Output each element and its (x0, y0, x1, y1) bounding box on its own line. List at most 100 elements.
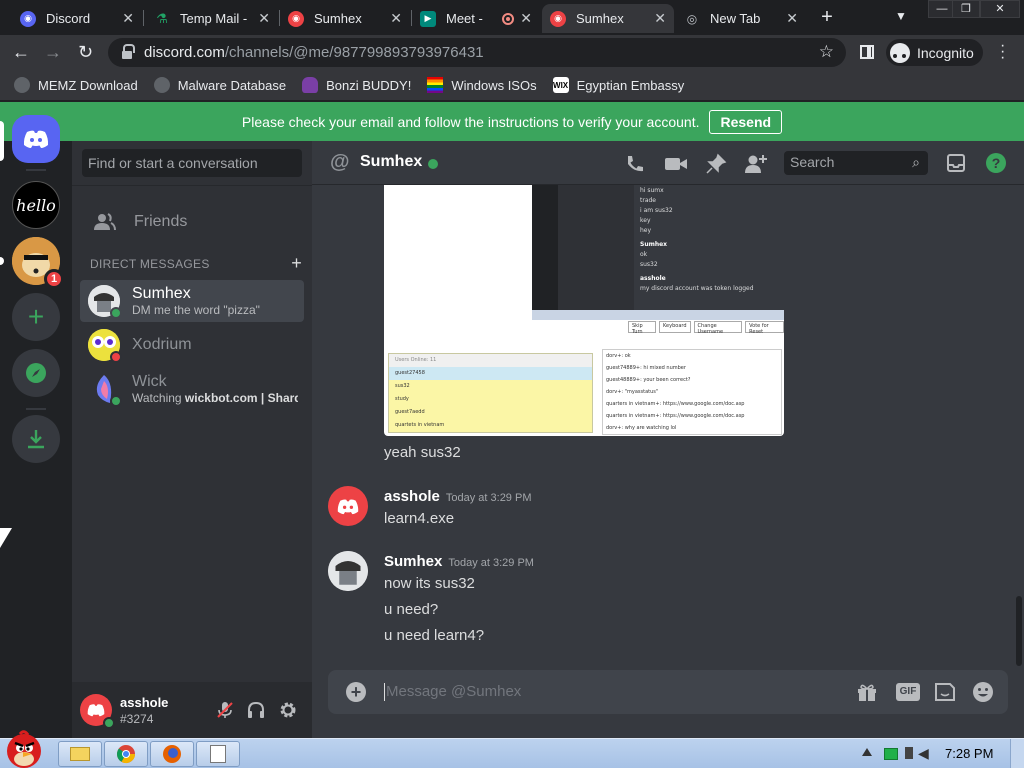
explore-servers-button[interactable] (12, 349, 60, 397)
gift-icon[interactable] (856, 682, 878, 702)
angry-bird-start-icon[interactable] (2, 729, 48, 768)
incognito-profile-button[interactable]: Incognito (886, 39, 983, 66)
tab-sumhex-1[interactable]: ◉ Sumhex ✕ (280, 4, 410, 33)
search-input[interactable]: Search ⌕ (784, 151, 928, 175)
tab-search-chevron-icon[interactable]: ▼ (895, 9, 907, 23)
video-call-icon[interactable] (664, 153, 688, 175)
message-timestamp: Today at 3:29 PM (445, 492, 532, 504)
windows-taskbar: ◀ 7:28 PM (0, 730, 1024, 768)
mouse-cursor-icon (0, 528, 12, 548)
forward-arrow-icon[interactable]: → (44, 42, 62, 63)
tab-title: Meet - (446, 11, 483, 26)
tempmail-icon: ⚗ (156, 10, 168, 26)
tab-discord[interactable]: ◉ Discord ✕ (12, 4, 142, 33)
back-arrow-icon[interactable]: ← (12, 42, 30, 63)
server-doge[interactable]: 1 (12, 237, 64, 289)
attachment-user-list: Users Online: 11 guest27458 sus32 study gu… (388, 353, 593, 433)
channel-name: Sumhex (360, 153, 423, 170)
bookmark-memz[interactable]: MEMZ Download (14, 77, 138, 93)
message-author[interactable]: asshole Today at 3:29 PM (384, 488, 531, 505)
dm-item-sumhex[interactable]: Sumhex DM me the word "pizza" (80, 280, 304, 322)
reload-icon[interactable]: ↻ (78, 42, 93, 63)
server-sidebar: hello 1 + (0, 115, 72, 738)
side-panel-icon[interactable] (860, 45, 874, 59)
bookmark-windows-isos[interactable]: Windows ISOs (427, 77, 537, 93)
emoji-icon[interactable] (972, 681, 994, 703)
message-avatar[interactable] (328, 486, 368, 526)
battery-icon[interactable] (884, 748, 898, 760)
message-input[interactable]: Message @Sumhex (386, 683, 521, 700)
message-text: yeah sus32 (384, 444, 461, 461)
volume-icon[interactable]: ◀ (918, 745, 929, 762)
gif-button[interactable]: GIF (896, 683, 920, 701)
discord-logo-icon (337, 498, 359, 514)
avatar (88, 373, 122, 407)
discord-logo-icon (23, 130, 49, 148)
home-button[interactable] (12, 115, 60, 163)
sumhex-avatar-icon (328, 551, 368, 591)
dm-item-wick[interactable]: Wick Watching wickbot.com | Shard... (80, 368, 304, 410)
tab-close-icon[interactable]: ✕ (390, 10, 402, 27)
muted-mic-icon[interactable] (215, 700, 235, 720)
tab-close-icon[interactable]: ✕ (520, 10, 532, 27)
settings-gear-icon[interactable] (278, 700, 298, 720)
address-bar[interactable]: discord.com/channels/@me/987799893793976… (108, 38, 846, 67)
pin-icon[interactable] (705, 153, 727, 175)
online-status-icon (103, 717, 115, 729)
chat-scrollbar[interactable] (1016, 596, 1022, 666)
download-apps-button[interactable] (12, 415, 60, 463)
add-friend-to-dm-icon[interactable] (744, 153, 768, 175)
bookmark-star-icon[interactable]: ☆ (819, 42, 834, 62)
bookmark-malware-database[interactable]: Malware Database (153, 77, 286, 93)
tab-sumhex-2[interactable]: ◉ Sumhex ✕ (542, 4, 674, 33)
dm-item-xodrium[interactable]: Xodrium (80, 324, 304, 366)
message-avatar[interactable] (328, 551, 368, 591)
add-server-button[interactable]: + (12, 293, 60, 341)
help-icon[interactable]: ? (986, 153, 1006, 173)
new-tab-button[interactable]: + (815, 6, 839, 29)
headphones-icon[interactable] (246, 700, 266, 720)
create-dm-plus-icon[interactable]: + (291, 253, 302, 274)
attach-plus-icon[interactable]: + (346, 682, 366, 702)
online-status-icon (110, 307, 122, 319)
find-conversation-input[interactable]: Find or start a conversation (82, 149, 302, 177)
tab-close-icon[interactable]: ✕ (122, 10, 134, 27)
banner-text: Please check your email and follow the i… (241, 113, 700, 130)
user-avatar[interactable] (80, 694, 115, 729)
show-hidden-icons-icon[interactable] (862, 748, 872, 756)
tab-temp-mail[interactable]: ⚗ Temp Mail - ✕ (146, 4, 278, 33)
show-desktop-button[interactable] (1010, 739, 1024, 768)
message-author[interactable]: Sumhex Today at 3:29 PM (384, 553, 534, 570)
online-status-icon (428, 159, 438, 169)
tab-title: Sumhex (576, 11, 624, 26)
friends-link[interactable]: Friends (80, 201, 304, 243)
bookmark-bonzi[interactable]: Bonzi BUDDY! (302, 77, 411, 93)
tab-close-icon[interactable]: ✕ (654, 10, 666, 27)
folder-icon (70, 747, 90, 761)
bookmark-egyptian-embassy[interactable]: WIX Egyptian Embassy (552, 77, 684, 93)
network-icon[interactable] (905, 747, 913, 759)
message-text: learn4.exe (384, 510, 455, 527)
maximize-button[interactable]: ❐ (952, 0, 980, 18)
taskbar-notepad[interactable] (196, 741, 240, 767)
resend-button[interactable]: Resend (709, 109, 783, 134)
inbox-icon[interactable] (946, 153, 966, 173)
menu-kebab-icon[interactable]: · · · (1000, 38, 1005, 66)
tab-meet[interactable]: ▶ Meet - ✕ (412, 4, 540, 33)
taskbar-clock[interactable]: 7:28 PM (945, 746, 993, 761)
message-text: now its sus32 (384, 575, 475, 592)
close-window-button[interactable]: ✕ (980, 0, 1020, 18)
taskbar-firefox[interactable] (150, 741, 194, 767)
tab-close-icon[interactable]: ✕ (786, 10, 798, 27)
taskbar-chrome[interactable] (104, 741, 148, 767)
image-attachment[interactable]: hi sumx trade i am sus32 key hey Sumhex ok sus3… (384, 185, 784, 436)
tab-title: Sumhex (314, 11, 362, 26)
url-path: /channels/@me/987799893793976431 (224, 44, 484, 61)
taskbar-explorer[interactable] (58, 741, 102, 767)
sticker-icon[interactable] (934, 682, 956, 702)
tab-new-tab[interactable]: ◎ New Tab ✕ (676, 4, 806, 33)
voice-call-icon[interactable] (624, 153, 646, 175)
tab-close-icon[interactable]: ✕ (258, 10, 270, 27)
message-text: u need learn4? (384, 627, 485, 644)
server-hello[interactable]: hello (12, 181, 60, 229)
